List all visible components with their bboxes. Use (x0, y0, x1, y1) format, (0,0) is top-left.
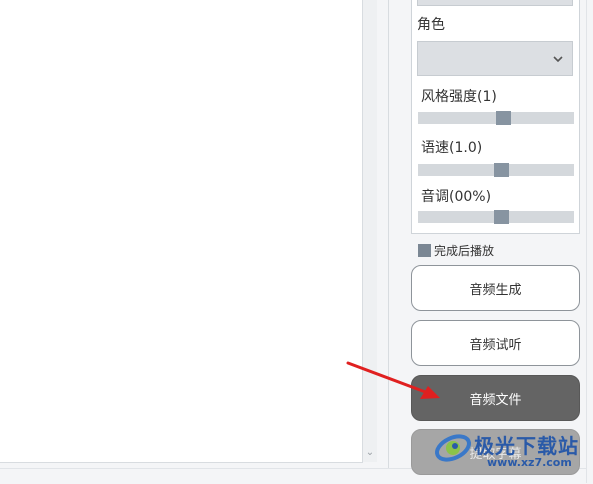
chevron-down-icon (553, 56, 563, 63)
role-select[interactable] (417, 41, 573, 76)
speed-thumb[interactable] (494, 163, 509, 177)
pitch-label: 音调(00%) (421, 189, 492, 205)
text-input-area[interactable] (0, 0, 363, 463)
speed-slider[interactable] (418, 163, 574, 177)
voice-select[interactable] (417, 0, 573, 6)
pitch-slider[interactable] (418, 210, 574, 224)
role-label: 角色 (417, 17, 445, 33)
style-strength-thumb[interactable] (496, 111, 511, 125)
autoplay-label: 完成后播放 (434, 243, 495, 258)
style-strength-slider[interactable] (418, 111, 574, 125)
generate-audio-button[interactable]: 音频生成 (411, 265, 580, 311)
pointer-arrow-icon (346, 361, 440, 399)
scroll-down-icon[interactable]: ⌄ (363, 446, 377, 460)
watermark-url: www.xz7.com (487, 456, 572, 469)
autoplay-option[interactable]: 完成后播放 (418, 241, 494, 259)
panel-divider (388, 0, 389, 483)
autoplay-checkbox[interactable] (418, 243, 431, 257)
pitch-thumb[interactable] (494, 210, 509, 224)
watermark-swirl-icon (435, 434, 471, 462)
watermark-text: 极光下载站 (474, 434, 579, 458)
style-strength-label: 风格强度(1) (421, 89, 497, 105)
speed-label: 语速(1.0) (421, 140, 483, 156)
window-edge (586, 0, 593, 483)
